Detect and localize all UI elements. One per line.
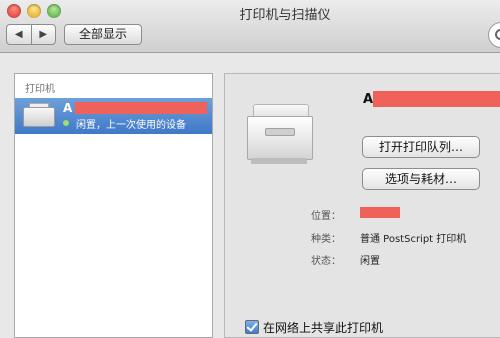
- share-label: 在网络上共享此打印机: [263, 321, 384, 335]
- options-supplies-button[interactable]: 选项与耗材…: [362, 168, 480, 190]
- back-forward-control: ◀ ▶: [6, 24, 56, 45]
- printer-name: A: [63, 101, 73, 115]
- printer-large-icon: [247, 104, 313, 170]
- search-icon[interactable]: [488, 22, 500, 48]
- status-indicator-icon: [63, 120, 69, 126]
- printer-list-header: 打印机: [25, 84, 55, 95]
- status-value: 闲置: [360, 256, 380, 267]
- kind-value: 普通 PostScript 打印机: [360, 234, 467, 245]
- window-toolbar: 打印机与扫描仪 ◀ ▶ 全部显示: [0, 0, 500, 53]
- forward-arrow-icon[interactable]: ▶: [32, 25, 56, 44]
- printer-icon: [23, 103, 55, 127]
- printer-status: 闲置，上一次使用的设备: [76, 120, 186, 131]
- redaction-bar: [75, 102, 207, 114]
- location-label: 位置：: [311, 211, 341, 222]
- redaction-bar: [373, 91, 500, 107]
- printer-detail-panel: A 打开打印队列… 选项与耗材… 位置： 种类： 普通 PostScript 打…: [224, 73, 500, 338]
- printer-list: 打印机 A 闲置，上一次使用的设备: [14, 73, 213, 338]
- share-checkbox[interactable]: [245, 320, 259, 334]
- printer-list-item[interactable]: A 闲置，上一次使用的设备: [15, 98, 212, 134]
- kind-label: 种类：: [311, 234, 341, 245]
- status-label: 状态：: [311, 256, 341, 267]
- location-redaction: [360, 207, 400, 218]
- detail-printer-name: A: [363, 92, 374, 107]
- back-arrow-icon[interactable]: ◀: [7, 25, 32, 44]
- window-title: 打印机与扫描仪: [239, 8, 331, 23]
- show-all-button[interactable]: 全部显示: [64, 24, 142, 45]
- open-print-queue-button[interactable]: 打开打印队列…: [362, 136, 480, 158]
